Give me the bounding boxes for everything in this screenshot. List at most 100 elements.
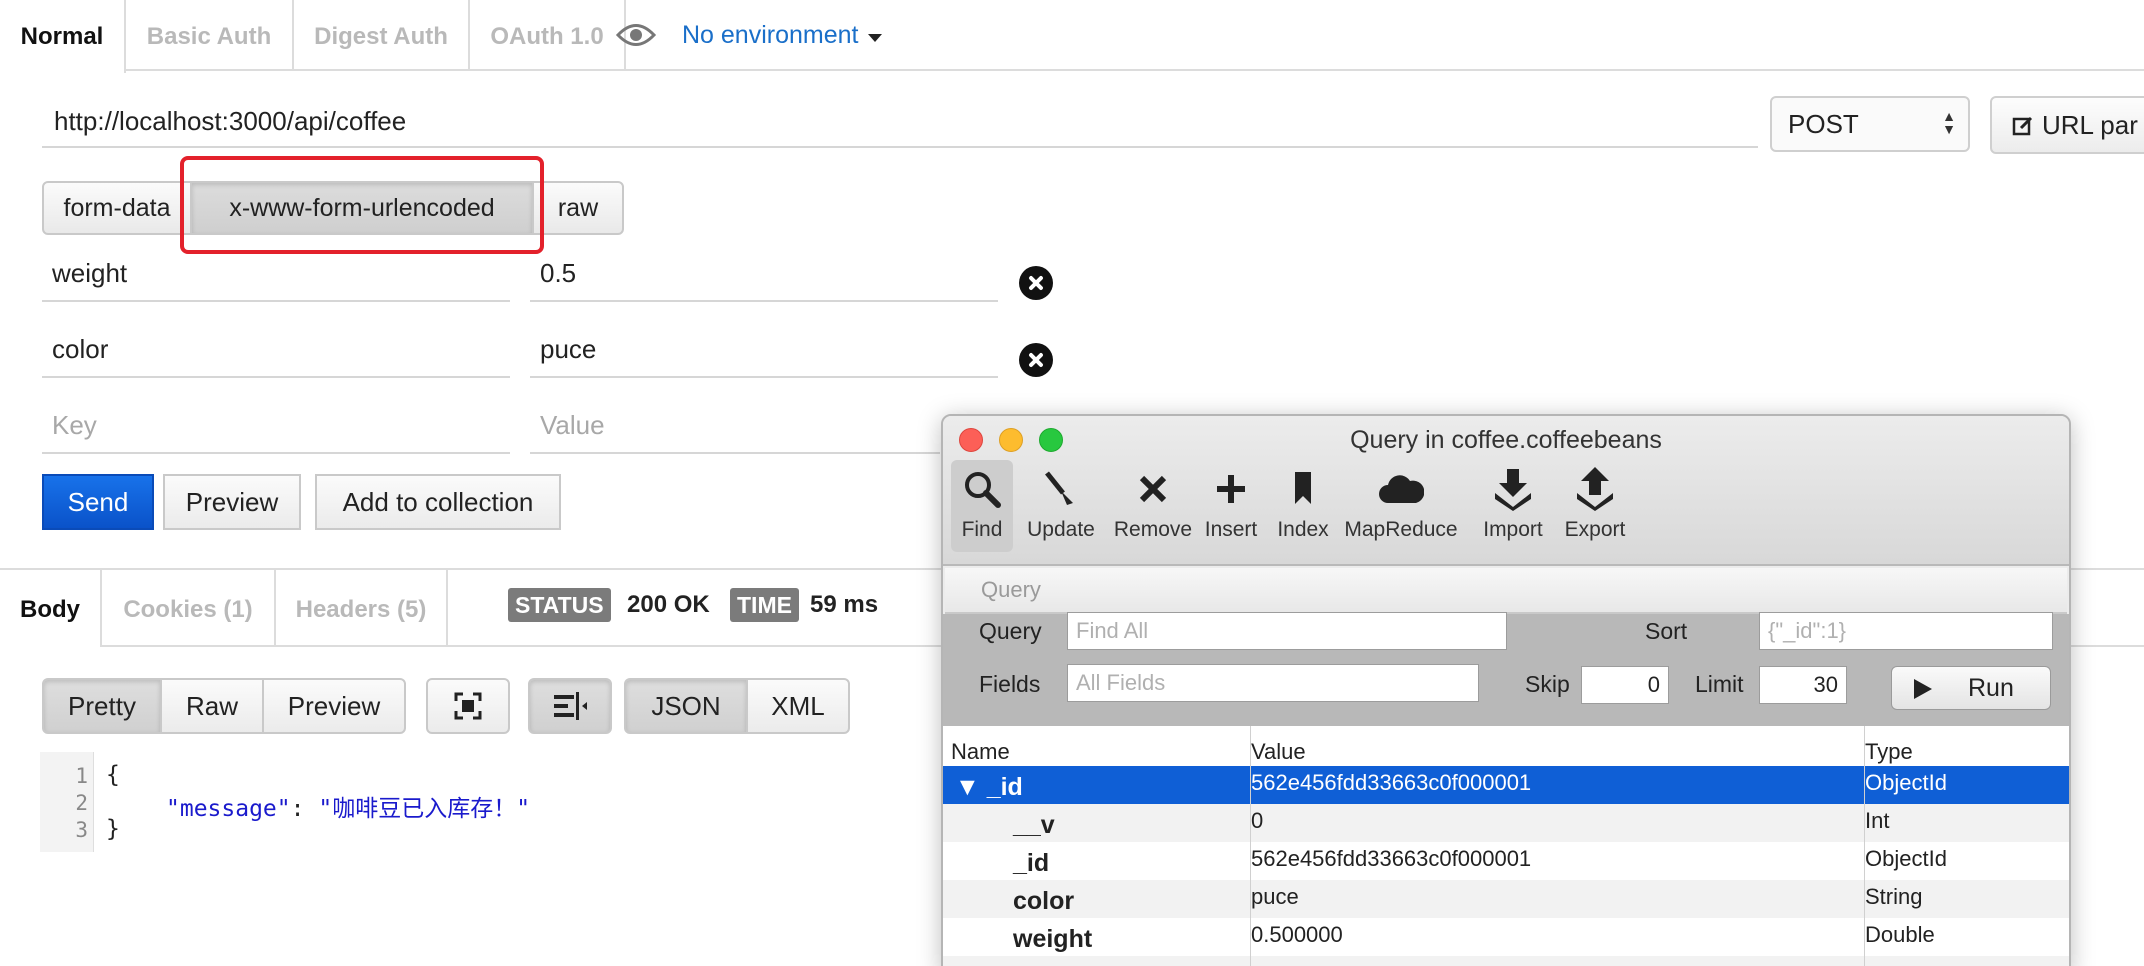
format-json[interactable]: JSON [624, 678, 748, 734]
format-xml[interactable]: XML [746, 678, 850, 734]
table-row[interactable]: __v 0 Int [943, 804, 2069, 842]
toolbar-mapreduce-label: MapReduce [1344, 518, 1458, 541]
cell-name: weight [1013, 925, 1093, 953]
wrap-lines-button[interactable] [528, 678, 612, 734]
query-window-title: Query in coffee.coffeebeans [1350, 426, 1662, 454]
bookmark-icon [1295, 472, 1311, 504]
new-param-key-input[interactable]: Key [42, 400, 510, 454]
cell-type: String [1865, 884, 1923, 909]
toolbar-mapreduce[interactable]: MapReduce [1339, 460, 1463, 552]
toolbar-export[interactable]: Export [1557, 460, 1633, 552]
fullscreen-button[interactable] [426, 678, 510, 734]
add-to-collection-button[interactable]: Add to collection [315, 474, 561, 530]
export-icon [1577, 467, 1613, 511]
new-param-value-input[interactable]: Value [530, 400, 940, 454]
auth-tab-bar: Normal Basic Auth Digest Auth OAuth 1.0 … [0, 0, 2144, 73]
param-key-weight[interactable]: weight [42, 248, 510, 302]
line-number: 2 [75, 791, 88, 815]
toolbar-insert[interactable]: Insert [1199, 460, 1263, 552]
view-raw[interactable]: Raw [160, 678, 264, 734]
query-window: Query in coffee.coffeebeans Find Update … [941, 414, 2071, 966]
wrap-lines-icon [554, 692, 587, 720]
body-type-raw[interactable]: raw [532, 181, 624, 235]
tab-headers[interactable]: Headers (5) [276, 570, 448, 647]
query-input[interactable]: Find All [1067, 612, 1507, 650]
line-number: 1 [75, 764, 88, 788]
body-type-form-data[interactable]: form-data [42, 181, 192, 235]
run-button[interactable]: Run [1891, 666, 2051, 710]
run-label: Run [1968, 674, 2014, 702]
remove-x-icon [1139, 475, 1167, 503]
skip-label: Skip [1525, 671, 1570, 697]
tab-cookies[interactable]: Cookies (1) [102, 570, 276, 647]
remove-param-icon[interactable] [1019, 266, 1053, 300]
cell-value: 0 [1251, 808, 1264, 833]
toolbar-insert-label: Insert [1204, 518, 1258, 541]
environment-selector[interactable]: No environment [616, 0, 883, 71]
method-select[interactable]: POST ▲ ▼ [1770, 96, 1970, 152]
toolbar-remove-label: Remove [1113, 518, 1193, 541]
tab-normal[interactable]: Normal [0, 0, 126, 73]
toolbar-import[interactable]: Import [1473, 460, 1553, 552]
send-button[interactable]: Send [42, 474, 154, 530]
view-pretty[interactable]: Pretty [42, 678, 162, 734]
url-params-button[interactable]: URL par [1990, 96, 2144, 154]
tab-digest-auth[interactable]: Digest Auth [294, 0, 470, 71]
plus-icon [1217, 475, 1245, 503]
toolbar-find[interactable]: Find [951, 460, 1013, 552]
import-icon [1495, 469, 1531, 511]
highlight-annotation [180, 156, 544, 254]
sort-input[interactable]: {"_id":1} [1759, 612, 2053, 650]
sort-label: Sort [1645, 618, 1688, 644]
json-colon: : [290, 796, 305, 822]
cell-name: __v [1013, 811, 1055, 839]
cell-name: color [1013, 887, 1075, 915]
cell-value: 562e456fdd33663c0f000001 [1251, 770, 1532, 795]
chevron-down-icon [868, 33, 883, 42]
table-row[interactable]: ▼ _id 562e456fdd33663c0f000001 ObjectId [943, 766, 2069, 804]
limit-input[interactable]: 30 [1759, 666, 1847, 704]
eye-icon [616, 24, 656, 46]
fields-input[interactable]: All Fields [1067, 664, 1479, 702]
param-value-color[interactable]: puce [530, 324, 998, 378]
play-icon [1914, 679, 1932, 699]
param-value-weight[interactable]: 0.5 [530, 248, 998, 302]
brush-icon [1045, 471, 1073, 505]
time-value: 59 ms [810, 591, 879, 618]
query-window-titlebar: Query in coffee.coffeebeans Find Update … [943, 416, 2069, 566]
column-separator [1864, 726, 1865, 966]
tab-oauth[interactable]: OAuth 1.0 [470, 0, 626, 71]
toolbar-remove[interactable]: Remove [1111, 460, 1195, 552]
json-value: "咖啡豆已入库存！" [318, 796, 531, 822]
table-row[interactable]: _id 562e456fdd33663c0f000001 ObjectId [943, 842, 2069, 880]
query-section-header: Query [945, 568, 2067, 614]
remove-param-icon[interactable] [1019, 343, 1053, 377]
skip-input[interactable]: 0 [1581, 666, 1669, 704]
toolbar-index-label: Index [1277, 518, 1329, 541]
json-key: "message" [166, 796, 291, 822]
limit-label: Limit [1695, 671, 1744, 697]
view-preview[interactable]: Preview [262, 678, 406, 734]
tab-basic-auth[interactable]: Basic Auth [126, 0, 294, 71]
table-row[interactable]: color puce String [943, 880, 2069, 918]
url-input[interactable]: http://localhost:3000/api/coffee [42, 96, 1758, 148]
toolbar-index[interactable]: Index [1273, 460, 1333, 552]
cell-type: Double [1865, 922, 1935, 947]
select-arrows-icon: ▲ ▼ [1942, 108, 1956, 137]
preview-button[interactable]: Preview [163, 474, 301, 530]
cell-name: _id [1013, 849, 1050, 877]
toolbar-update-label: Update [1027, 518, 1095, 541]
toolbar-update[interactable]: Update [1019, 460, 1103, 552]
column-separator [1250, 726, 1251, 966]
edit-icon [2012, 116, 2033, 136]
method-value: POST [1788, 109, 1859, 139]
fullscreen-icon [454, 692, 482, 720]
table-row[interactable]: weight 0.500000 Double [943, 918, 2069, 956]
query-label: Query [979, 618, 1042, 644]
time-badge: TIME [730, 588, 799, 622]
cell-value: puce [1251, 884, 1299, 909]
json-line: "message": "咖啡豆已入库存！" [166, 789, 530, 823]
tab-body[interactable]: Body [0, 570, 102, 647]
param-key-color[interactable]: color [42, 324, 510, 378]
cell-type: ObjectId [1865, 846, 1947, 871]
